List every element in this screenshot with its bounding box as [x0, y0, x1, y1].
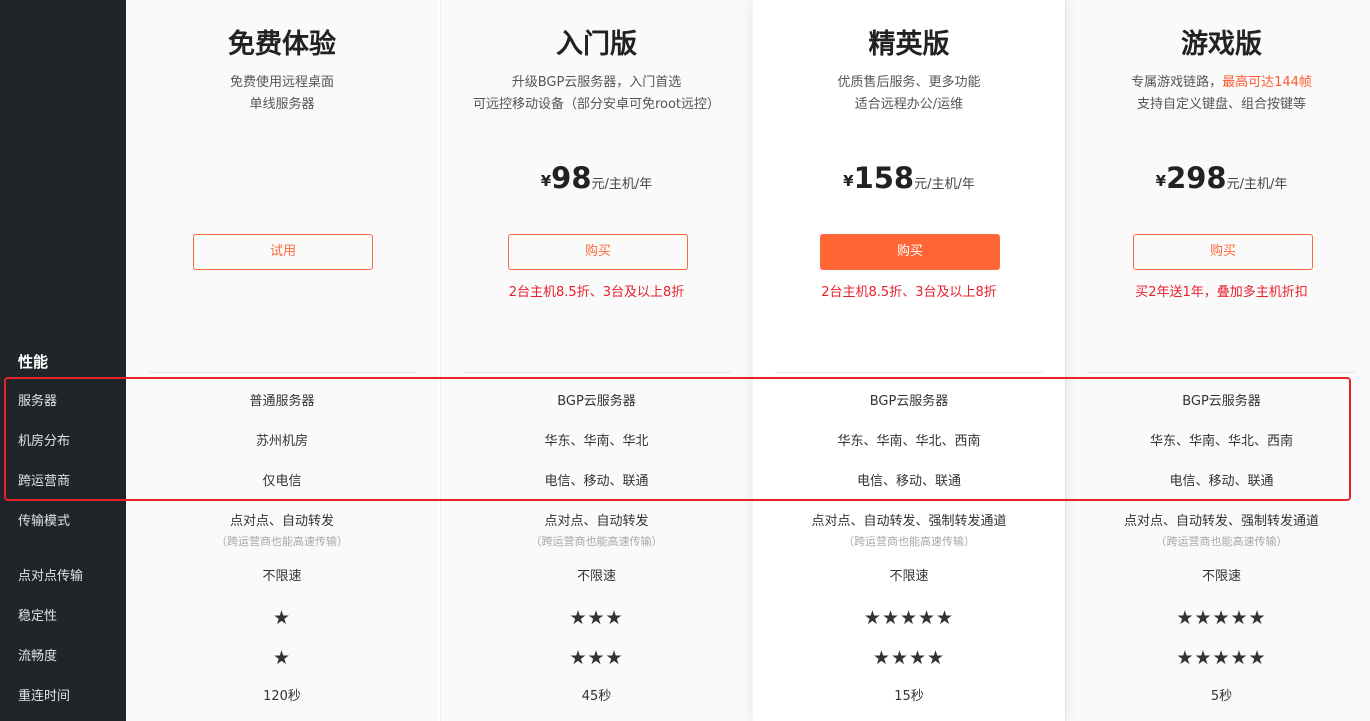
promo-text: 2台主机8.5折、3台及以上8折: [821, 285, 997, 300]
cell-transfer-note: （跨运营商也能高速传输）: [530, 535, 663, 548]
feature-sidebar: 性能 服务器 机房分布 跨运营商 传输模式 点对点传输 稳定性 流畅度 重连时间: [0, 0, 126, 721]
cell-reconnect: 15秒: [894, 689, 924, 704]
cell-transfer-note: （跨运营商也能高速传输）: [216, 535, 348, 548]
plan-price: ¥98元/主机/年: [441, 160, 752, 196]
price-unit: 元/主机/年: [1226, 177, 1288, 192]
cell-transfer-mode: 点对点、自动转发、强制转发通道: [1123, 514, 1319, 529]
cell-regions: 华东、华南、华北: [544, 434, 649, 449]
price-amount: 98: [551, 161, 592, 195]
cell-cross-isp: 仅电信: [262, 474, 302, 489]
row-label-stability: 稳定性: [18, 609, 58, 624]
cell-smoothness-stars: ★: [272, 647, 292, 669]
cell-reconnect: 120秒: [263, 689, 301, 704]
plan-desc-line2: 适合远程办公/运维: [854, 97, 964, 112]
cell-smoothness-stars: ★★★★: [872, 647, 946, 669]
divider: [1088, 372, 1356, 373]
plan-desc-line1: 升级BGP云服务器，入门首选: [511, 75, 682, 90]
row-label-cross-isp: 跨运营商: [18, 474, 71, 489]
cell-transfer-mode: 点对点、自动转发、强制转发通道: [811, 514, 1007, 529]
row-label-reconnect: 重连时间: [18, 689, 71, 704]
price-amount: 158: [853, 161, 915, 195]
cell-smoothness-stars: ★★★★★: [1176, 647, 1267, 669]
cell-transfer-mode: 点对点、自动转发: [229, 514, 334, 529]
row-label-smoothness: 流畅度: [18, 649, 58, 664]
promo-text: 2台主机8.5折、3台及以上8折: [508, 285, 685, 300]
plan-card-gaming: 游戏版 专属游戏链路，最高可达144帧 支持自定义键盘、组合按键等 ¥298元/…: [1065, 0, 1370, 721]
desc-text: 专属游戏链路，: [1131, 75, 1223, 90]
plan-card-free: 免费体验 免费使用远程桌面 单线服务器 试用 普通服务器 苏州机房 仅电信 点对…: [126, 0, 438, 721]
cell-transfer-note: （跨运营商也能高速传输）: [843, 535, 975, 548]
buy-button[interactable]: 购买: [1133, 234, 1313, 270]
row-label-transfer-mode: 传输模式: [18, 514, 71, 529]
plan-name: 精英版: [868, 29, 950, 60]
cell-cross-isp: 电信、移动、联通: [1169, 474, 1274, 489]
price-currency: ¥: [843, 172, 854, 190]
trial-button[interactable]: 试用: [193, 234, 373, 270]
plan-desc-line1: 优质售后服务、更多功能: [837, 75, 981, 90]
promo-text: 买2年送1年，叠加多主机折扣: [1135, 285, 1308, 300]
cell-stability-stars: ★: [272, 607, 292, 629]
plan-card-starter: 入门版 升级BGP云服务器，入门首选 可远控移动设备（部分安卓可免root远控）…: [440, 0, 752, 721]
buy-button[interactable]: 购买: [508, 234, 688, 270]
cell-cross-isp: 电信、移动、联通: [856, 474, 961, 489]
cell-server: BGP云服务器: [1182, 394, 1261, 409]
cell-reconnect: 45秒: [581, 689, 612, 704]
cell-p2p: 不限速: [1201, 569, 1241, 584]
plan-name: 免费体验: [228, 29, 336, 60]
cell-server: 普通服务器: [249, 394, 315, 409]
row-label-server: 服务器: [18, 394, 58, 409]
cell-transfer-note: （跨运营商也能高速传输）: [1155, 535, 1288, 548]
cell-regions: 苏州机房: [255, 434, 308, 449]
cell-cross-isp: 电信、移动、联通: [544, 474, 649, 489]
plan-price: ¥158元/主机/年: [753, 160, 1065, 196]
cell-p2p: 不限速: [576, 569, 616, 584]
price-amount: 298: [1166, 161, 1227, 195]
divider: [148, 372, 416, 373]
cell-server: BGP云服务器: [557, 394, 636, 409]
row-label-p2p: 点对点传输: [18, 569, 84, 584]
cell-reconnect: 5秒: [1210, 689, 1233, 704]
cell-smoothness-stars: ★★★: [569, 647, 624, 669]
pricing-plans: 免费体验 免费使用远程桌面 单线服务器 试用 普通服务器 苏州机房 仅电信 点对…: [126, 0, 1370, 721]
plan-desc-line2: 可远控移动设备（部分安卓可免root远控）: [472, 97, 721, 112]
price-unit: 元/主机/年: [591, 177, 653, 192]
cell-stability-stars: ★★★★★: [863, 607, 955, 629]
cell-p2p: 不限速: [889, 569, 929, 584]
cell-stability-stars: ★★★★★: [1176, 607, 1267, 629]
plan-price: ¥298元/主机/年: [1066, 160, 1370, 196]
plan-name: 游戏版: [1181, 29, 1262, 60]
row-label-regions: 机房分布: [18, 434, 71, 449]
price-currency: ¥: [1155, 172, 1167, 190]
cell-regions: 华东、华南、华北、西南: [1149, 434, 1293, 449]
cell-p2p: 不限速: [262, 569, 302, 584]
plan-card-elite: 精英版 优质售后服务、更多功能 适合远程办公/运维 ¥158元/主机/年 购买 …: [753, 0, 1065, 721]
price-currency: ¥: [540, 172, 552, 190]
cell-regions: 华东、华南、华北、西南: [837, 434, 981, 449]
plan-desc-line2: 单线服务器: [249, 97, 315, 112]
buy-button[interactable]: 购买: [820, 234, 1000, 270]
divider: [775, 372, 1043, 373]
plan-desc-line1: 免费使用远程桌面: [229, 75, 334, 90]
plan-desc-line2: 支持自定义键盘、组合按键等: [1136, 97, 1306, 112]
price-unit: 元/主机/年: [914, 177, 975, 192]
cell-stability-stars: ★★★: [569, 607, 624, 629]
divider: [463, 372, 731, 373]
cell-server: BGP云服务器: [869, 394, 949, 409]
plan-desc-line1: 专属游戏链路，最高可达144帧: [1066, 72, 1370, 94]
section-title-performance: 性能: [18, 353, 49, 371]
plan-name: 入门版: [556, 29, 637, 60]
cell-transfer-mode: 点对点、自动转发: [544, 514, 649, 529]
desc-highlight: 最高可达144帧: [1222, 75, 1312, 90]
